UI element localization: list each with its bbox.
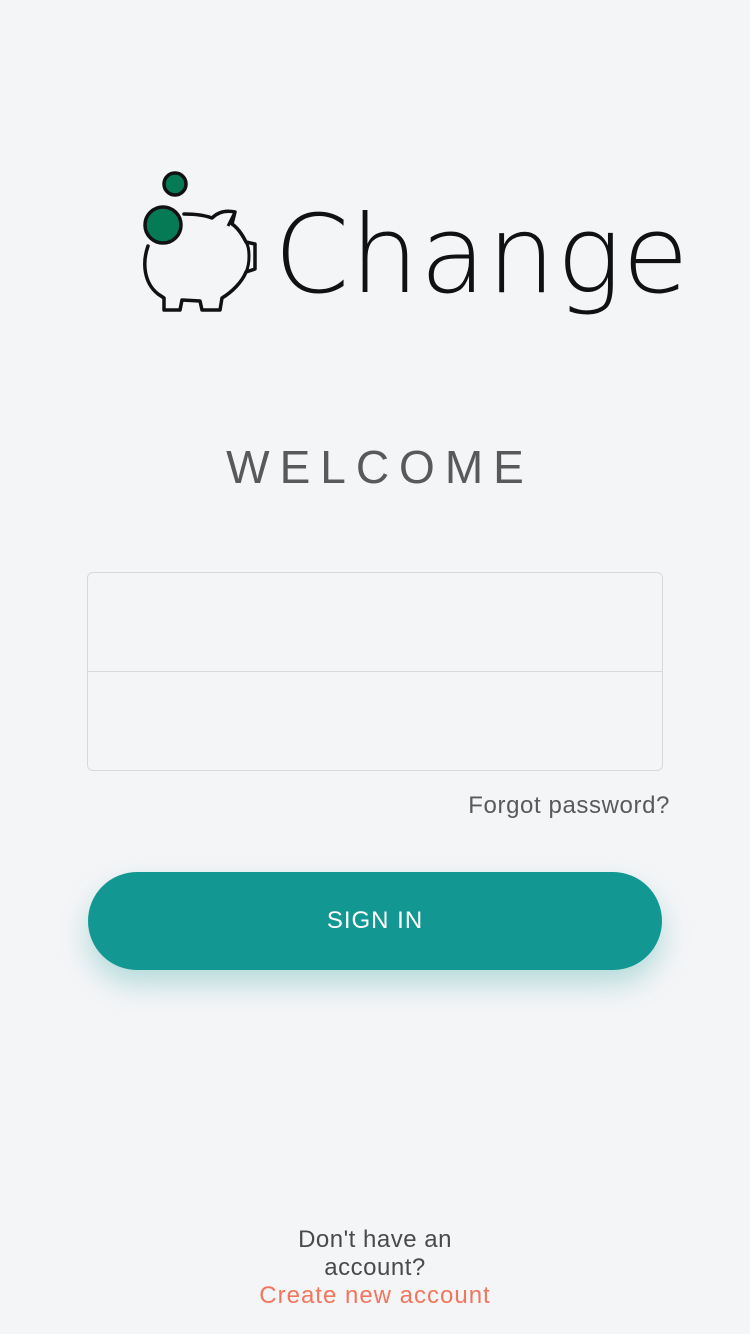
piggy-bank-icon: [143, 171, 257, 312]
password-input[interactable]: [88, 672, 662, 770]
forgot-password-link[interactable]: Forgot password?: [468, 792, 670, 820]
signup-prompt: Don't have an account? Create new accoun…: [0, 1226, 750, 1310]
login-form: [87, 572, 663, 771]
brand-name: Change: [274, 193, 690, 318]
welcome-title: WELCOME: [226, 441, 534, 493]
signup-question: Don't have an account?: [298, 1226, 452, 1281]
create-account-link[interactable]: Create new account: [0, 1282, 750, 1310]
sign-in-button[interactable]: SIGN IN: [88, 872, 662, 970]
username-input[interactable]: [88, 573, 662, 672]
brand-logo: Change: [140, 168, 689, 328]
